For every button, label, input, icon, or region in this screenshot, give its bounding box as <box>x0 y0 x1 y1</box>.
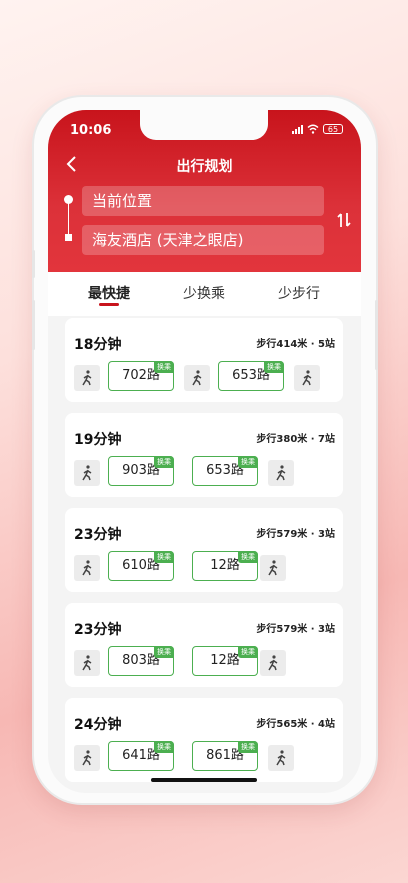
transfer-badge: 换乘 <box>264 361 284 373</box>
route-duration: 24分钟 <box>74 717 122 733</box>
transfer-badge: 换乘 <box>154 646 174 658</box>
signal-icon <box>292 124 303 134</box>
origin-field[interactable]: 当前位置 <box>82 186 324 216</box>
bus-line-label: 12路 <box>210 653 240 668</box>
walk-icon <box>294 365 320 391</box>
route-duration: 23分钟 <box>74 527 122 543</box>
notch <box>140 110 268 140</box>
tab-bar: 最快捷 少换乘 少步行 <box>48 272 361 316</box>
origin-dot-icon <box>64 195 73 204</box>
status-time: 10:06 <box>70 123 112 138</box>
tab-fewer-transfers[interactable]: 少换乘 <box>183 283 225 303</box>
transfer-badge: 换乘 <box>154 551 174 563</box>
bus-line[interactable]: 653路 换乘 <box>192 456 258 486</box>
bus-line[interactable]: 641路 换乘 <box>108 741 174 771</box>
walk-icon <box>74 555 100 581</box>
walk-icon <box>268 745 294 771</box>
walk-icon <box>260 650 286 676</box>
walk-icon <box>268 460 294 486</box>
tab-active-indicator <box>99 303 119 306</box>
transfer-badge: 换乘 <box>154 741 174 753</box>
header: 10:06 65 出行规划 当前位置 海友酒店 (天津之眼店) <box>48 110 361 272</box>
route-meta: 步行565米 · 4站 <box>256 719 335 730</box>
bus-line[interactable]: 903路 换乘 <box>108 456 174 486</box>
walk-icon <box>74 365 100 391</box>
route-duration: 18分钟 <box>74 337 122 353</box>
transfer-badge: 换乘 <box>238 741 258 753</box>
route-meta: 步行380米 · 7站 <box>256 434 335 445</box>
route-card[interactable]: 19分钟 步行380米 · 7站 903路 换乘 653路 换乘 <box>65 413 343 497</box>
walk-icon <box>260 555 286 581</box>
route-duration: 23分钟 <box>74 622 122 638</box>
route-meta: 步行579米 · 3站 <box>256 529 335 540</box>
walk-icon <box>74 745 100 771</box>
route-card[interactable]: 24分钟 步行565米 · 4站 641路 换乘 861路 换乘 <box>65 698 343 782</box>
transfer-badge: 换乘 <box>238 551 258 563</box>
phone-button <box>375 300 378 370</box>
app-screen: 10:06 65 出行规划 当前位置 海友酒店 (天津之眼店) 最快捷 少换乘 … <box>48 110 361 793</box>
bus-line[interactable]: 861路 换乘 <box>192 741 258 771</box>
transfer-badge: 换乘 <box>238 646 258 658</box>
route-card[interactable]: 23分钟 步行579米 · 3站 803路 换乘 12路 换乘 <box>65 603 343 687</box>
route-meta: 步行579米 · 3站 <box>256 624 335 635</box>
destination-field[interactable]: 海友酒店 (天津之眼店) <box>82 225 324 255</box>
route-card[interactable]: 18分钟 步行414米 · 5站 702路 换乘 653路 换乘 <box>65 318 343 402</box>
bus-line[interactable]: 12路 换乘 <box>192 551 258 581</box>
swap-icon[interactable] <box>336 211 352 229</box>
route-connector <box>68 200 69 236</box>
battery-icon: 65 <box>323 124 343 134</box>
page-title: 出行规划 <box>176 159 233 175</box>
walk-icon <box>74 650 100 676</box>
phone-button <box>32 300 35 350</box>
bus-line[interactable]: 702路 换乘 <box>108 361 174 391</box>
transfer-badge: 换乘 <box>154 456 174 468</box>
bus-line-label: 12路 <box>210 558 240 573</box>
destination-square-icon <box>65 234 72 241</box>
home-indicator[interactable] <box>151 778 257 782</box>
route-meta: 步行414米 · 5站 <box>256 339 335 350</box>
bus-line[interactable]: 610路 换乘 <box>108 551 174 581</box>
phone-button <box>32 250 35 278</box>
transfer-badge: 换乘 <box>154 361 174 373</box>
walk-icon <box>184 365 210 391</box>
walk-icon <box>74 460 100 486</box>
bus-line[interactable]: 803路 换乘 <box>108 646 174 676</box>
route-card[interactable]: 23分钟 步行579米 · 3站 610路 换乘 12路 换乘 <box>65 508 343 592</box>
bus-line[interactable]: 653路 换乘 <box>218 361 284 391</box>
route-duration: 19分钟 <box>74 432 122 448</box>
tab-less-walking[interactable]: 少步行 <box>278 283 320 303</box>
bus-line[interactable]: 12路 换乘 <box>192 646 258 676</box>
status-icons: 65 <box>292 124 343 134</box>
transfer-badge: 换乘 <box>238 456 258 468</box>
wifi-icon <box>307 124 319 134</box>
tab-fastest[interactable]: 最快捷 <box>88 283 130 303</box>
